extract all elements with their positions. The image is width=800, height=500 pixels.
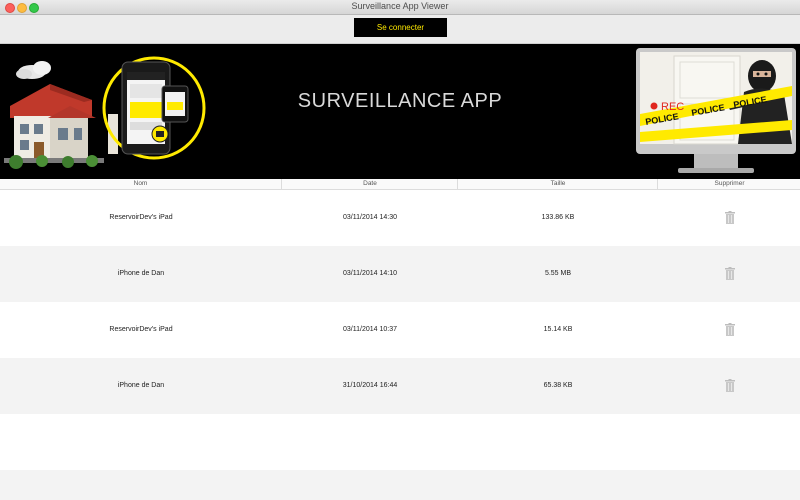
empty-row xyxy=(0,470,800,500)
row-name: iPhone de Dan xyxy=(117,270,165,277)
row-name: ReservoirDev's iPad xyxy=(109,214,173,221)
column-header-date[interactable]: Date xyxy=(281,179,458,189)
table-row[interactable]: ReservoirDev's iPad 03/11/2014 10:37 15.… xyxy=(0,302,800,358)
row-size: 133.86 KB xyxy=(541,214,575,221)
title-bar: Surveillance App Viewer xyxy=(0,0,800,15)
table-header: Nom Date Taille Supprimer xyxy=(0,179,800,190)
rec-label: REC xyxy=(661,101,684,113)
trash-icon[interactable] xyxy=(725,267,735,280)
column-header-name[interactable]: Nom xyxy=(0,179,281,189)
table-row[interactable]: ReservoirDev's iPad 03/11/2014 14:30 133… xyxy=(0,190,800,246)
table-row[interactable]: iPhone de Dan 31/10/2014 16:44 65.38 KB xyxy=(0,358,800,414)
row-name: ReservoirDev's iPad xyxy=(109,326,173,333)
record-dot-icon xyxy=(650,102,658,110)
row-size: 65.38 KB xyxy=(543,382,573,389)
row-size: 5.55 MB xyxy=(544,270,572,277)
column-header-delete[interactable]: Supprimer xyxy=(657,179,800,189)
banner: SURVEILLANCE APP POLICE POLICE POLICE RE… xyxy=(0,44,800,179)
empty-row xyxy=(0,414,800,470)
column-header-size[interactable]: Taille xyxy=(457,179,658,189)
row-date: 03/11/2014 10:37 xyxy=(343,326,397,333)
trash-icon[interactable] xyxy=(725,323,735,336)
trash-icon[interactable] xyxy=(725,211,735,224)
row-date: 31/10/2014 16:44 xyxy=(342,382,398,389)
window-title: Surveillance App Viewer xyxy=(351,1,449,11)
row-date: 03/11/2014 14:30 xyxy=(343,214,397,221)
table-row[interactable]: iPhone de Dan 03/11/2014 14:10 5.55 MB xyxy=(0,246,800,302)
toolbar: Se connecter xyxy=(0,15,800,44)
app-window: Surveillance App Viewer Se connecter SUR… xyxy=(0,0,800,500)
monitor-illustration: POLICE POLICE POLICE REC xyxy=(636,48,796,173)
row-size: 15.14 KB xyxy=(543,326,573,333)
recordings-table: ReservoirDev's iPad 03/11/2014 14:30 133… xyxy=(0,190,800,500)
banner-title: SURVEILLANCE APP xyxy=(297,90,503,112)
row-name: iPhone de Dan xyxy=(117,382,165,389)
connect-button[interactable]: Se connecter xyxy=(354,18,447,37)
tablet-app-illustration xyxy=(102,56,206,160)
row-date: 03/11/2014 14:10 xyxy=(343,270,397,277)
trash-icon[interactable] xyxy=(725,379,735,392)
cloud-icon xyxy=(16,61,51,79)
